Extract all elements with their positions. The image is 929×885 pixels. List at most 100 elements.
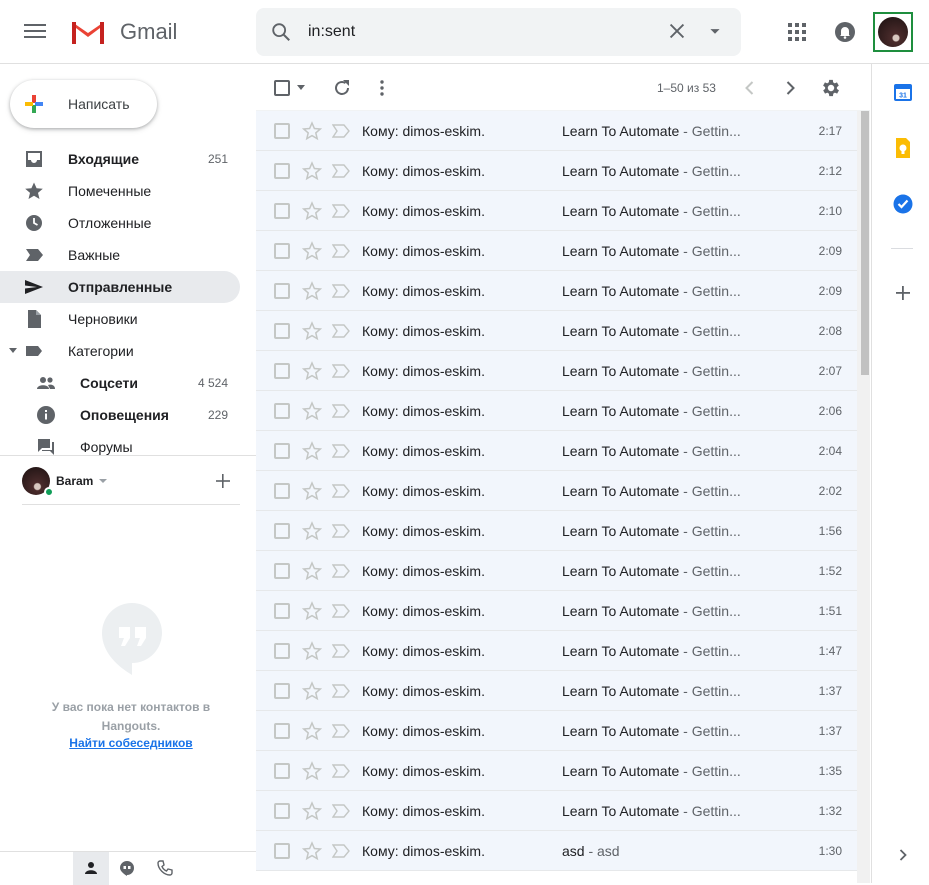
notifications-icon[interactable] <box>833 20 857 44</box>
scrollbar-thumb[interactable] <box>861 111 869 375</box>
row-checkbox[interactable] <box>274 243 290 259</box>
star-icon[interactable] <box>302 321 322 341</box>
table-row[interactable]: Кому: dimos-eskim. asd - asd 1:30 <box>256 831 857 871</box>
nav-item-updates[interactable]: Оповещения 229 <box>0 399 240 431</box>
star-icon[interactable] <box>302 601 322 621</box>
close-icon[interactable] <box>666 20 688 42</box>
keep-icon[interactable] <box>892 137 914 159</box>
table-row[interactable]: Кому: dimos-eskim. Learn To Automate - Ge… <box>256 471 857 511</box>
table-row[interactable]: Кому: dimos-eskim. Learn To Automate - Ge… <box>256 751 857 791</box>
important-marker-icon[interactable] <box>332 724 350 738</box>
chevron-left-icon[interactable] <box>740 78 760 98</box>
add-contact-icon[interactable] <box>214 472 232 490</box>
star-icon[interactable] <box>302 281 322 301</box>
row-checkbox[interactable] <box>274 763 290 779</box>
table-row[interactable]: Кому: dimos-eskim. Learn To Automate - Ge… <box>256 711 857 751</box>
gmail-logo[interactable] <box>69 18 107 46</box>
tasks-icon[interactable] <box>892 193 914 215</box>
important-marker-icon[interactable] <box>332 204 350 218</box>
star-icon[interactable] <box>302 721 322 741</box>
table-row[interactable]: Кому: dimos-eskim. Learn To Automate - Ge… <box>256 631 857 671</box>
row-checkbox[interactable] <box>274 403 290 419</box>
find-contacts-link[interactable]: Найти собеседников <box>40 736 222 750</box>
row-checkbox[interactable] <box>274 283 290 299</box>
important-marker-icon[interactable] <box>332 564 350 578</box>
nav-item-sent[interactable]: Отправленные <box>0 271 240 303</box>
hangouts-user-name[interactable]: Baram <box>56 474 93 488</box>
select-dropdown-icon[interactable] <box>297 85 305 90</box>
important-marker-icon[interactable] <box>332 484 350 498</box>
row-checkbox[interactable] <box>274 603 290 619</box>
search-icon[interactable] <box>270 21 292 43</box>
star-icon[interactable] <box>302 401 322 421</box>
compose-button[interactable]: Написать <box>10 80 157 128</box>
table-row[interactable]: Кому: dimos-eskim. Learn To Automate - Ge… <box>256 791 857 831</box>
important-marker-icon[interactable] <box>332 364 350 378</box>
important-marker-icon[interactable] <box>332 324 350 338</box>
row-checkbox[interactable] <box>274 323 290 339</box>
table-row[interactable]: Кому: dimos-eskim. Learn To Automate - Ge… <box>256 111 857 151</box>
row-checkbox[interactable] <box>274 843 290 859</box>
row-checkbox[interactable] <box>274 803 290 819</box>
user-dropdown-icon[interactable] <box>99 479 107 483</box>
important-marker-icon[interactable] <box>332 524 350 538</box>
star-icon[interactable] <box>302 641 322 661</box>
nav-item-categories[interactable]: Категории <box>0 335 240 367</box>
star-icon[interactable] <box>302 441 322 461</box>
table-row[interactable]: Кому: dimos-eskim. Learn To Automate - Ge… <box>256 671 857 711</box>
table-row[interactable]: Кому: dimos-eskim. Learn To Automate - Ge… <box>256 151 857 191</box>
scrollbar[interactable] <box>857 111 870 883</box>
contacts-tab[interactable] <box>73 852 109 885</box>
row-checkbox[interactable] <box>274 443 290 459</box>
table-row[interactable]: Кому: dimos-eskim. Learn To Automate - Ge… <box>256 391 857 431</box>
nav-item-social[interactable]: Соцсети 4 524 <box>0 367 240 399</box>
important-marker-icon[interactable] <box>332 604 350 618</box>
important-marker-icon[interactable] <box>332 764 350 778</box>
search-input[interactable]: in:sent <box>308 23 355 41</box>
row-checkbox[interactable] <box>274 523 290 539</box>
table-row[interactable]: Кому: dimos-eskim. Learn To Automate - Ge… <box>256 431 857 471</box>
important-marker-icon[interactable] <box>332 684 350 698</box>
account-avatar[interactable] <box>873 12 913 52</box>
star-icon[interactable] <box>302 841 322 861</box>
row-checkbox[interactable] <box>274 203 290 219</box>
star-icon[interactable] <box>302 201 322 221</box>
important-marker-icon[interactable] <box>332 164 350 178</box>
important-marker-icon[interactable] <box>332 444 350 458</box>
apps-icon[interactable] <box>786 21 808 43</box>
important-marker-icon[interactable] <box>332 804 350 818</box>
search-options-dropdown-icon[interactable] <box>704 20 726 42</box>
search-bar[interactable]: in:sent <box>256 8 741 56</box>
table-row[interactable]: Кому: dimos-eskim. Learn To Automate - Ge… <box>256 551 857 591</box>
nav-item-drafts[interactable]: Черновики <box>0 303 240 335</box>
table-row[interactable]: Кому: dimos-eskim. Learn To Automate - Ge… <box>256 191 857 231</box>
nav-item-starred[interactable]: Помеченные <box>0 175 240 207</box>
star-icon[interactable] <box>302 681 322 701</box>
star-icon[interactable] <box>302 361 322 381</box>
row-checkbox[interactable] <box>274 123 290 139</box>
nav-item-inbox[interactable]: Входящие 251 <box>0 143 240 175</box>
row-checkbox[interactable] <box>274 363 290 379</box>
calendar-icon[interactable]: 31 <box>892 81 914 103</box>
chevron-right-icon[interactable] <box>892 844 914 866</box>
star-icon[interactable] <box>302 161 322 181</box>
important-marker-icon[interactable] <box>332 644 350 658</box>
row-checkbox[interactable] <box>274 723 290 739</box>
row-checkbox[interactable] <box>274 643 290 659</box>
calls-tab[interactable] <box>147 852 183 885</box>
important-marker-icon[interactable] <box>332 284 350 298</box>
table-row[interactable]: Кому: dimos-eskim. Learn To Automate - Ge… <box>256 231 857 271</box>
settings-icon[interactable] <box>820 77 842 99</box>
table-row[interactable]: Кому: dimos-eskim. Learn To Automate - Ge… <box>256 591 857 631</box>
important-marker-icon[interactable] <box>332 404 350 418</box>
star-icon[interactable] <box>302 801 322 821</box>
chevron-right-icon[interactable] <box>780 78 800 98</box>
nav-item-important[interactable]: Важные <box>0 239 240 271</box>
row-checkbox[interactable] <box>274 483 290 499</box>
important-marker-icon[interactable] <box>332 124 350 138</box>
collapse-caret-icon[interactable] <box>9 348 17 353</box>
more-icon[interactable] <box>372 78 392 98</box>
table-row[interactable]: Кому: dimos-eskim. Learn To Automate - Ge… <box>256 511 857 551</box>
conversations-tab[interactable] <box>109 852 145 885</box>
add-addon-icon[interactable] <box>892 282 914 304</box>
